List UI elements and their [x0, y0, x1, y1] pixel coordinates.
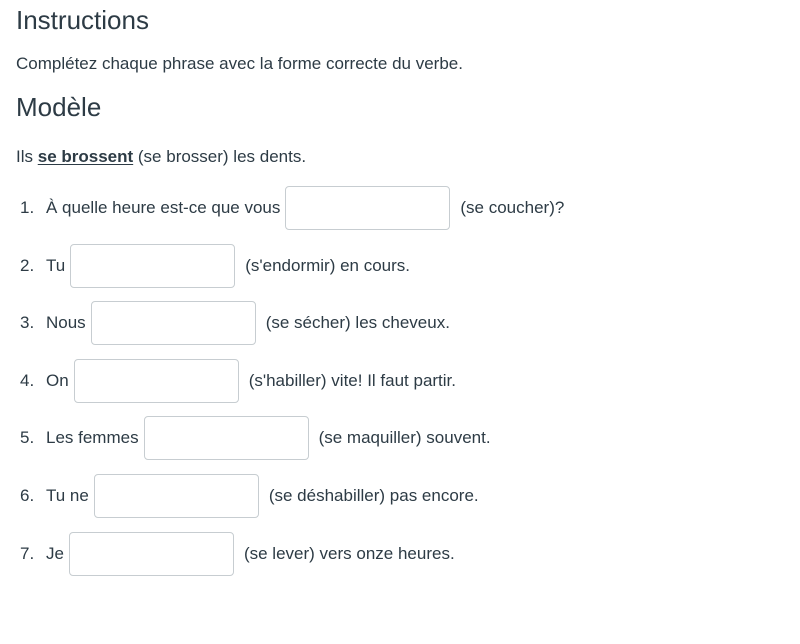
- answer-input-5[interactable]: [143, 416, 309, 460]
- answer-input-1[interactable]: [285, 186, 451, 230]
- model-sentence: Ils se brossent (se brosser) les dents.: [16, 148, 306, 165]
- instructions-heading: Instructions: [16, 5, 149, 35]
- item-number: 3.: [20, 313, 35, 332]
- item-suffix: (se déshabiller) pas encore.: [268, 486, 479, 505]
- answer-input-6[interactable]: [93, 474, 259, 518]
- exercise-item-1: 1. À quelle heure est-ce que vous (se co…: [0, 185, 564, 231]
- item-number: 2.: [20, 256, 35, 275]
- exercise-item-6: 6. Tu ne (se déshabiller) pas encore.: [0, 473, 479, 519]
- answer-input-7[interactable]: [68, 532, 234, 576]
- answer-input-3[interactable]: [90, 301, 256, 345]
- item-prefix: On: [46, 371, 69, 390]
- item-suffix: (se maquiller) souvent.: [318, 428, 491, 447]
- item-prefix: À quelle heure est-ce que vous: [46, 198, 281, 217]
- exercise-item-7: 7. Je (se lever) vers onze heures.: [0, 531, 455, 577]
- model-sentence-start: Ils: [16, 147, 38, 166]
- exercise-item-4: 4. On (s'habiller) vite! Il faut partir.: [0, 358, 456, 404]
- item-suffix: (s'endormir) en cours.: [245, 256, 411, 275]
- model-answer: se brossent: [37, 147, 134, 166]
- item-suffix: (se lever) vers onze heures.: [243, 544, 455, 563]
- exercise-item-3: 3. Nous (se sécher) les cheveux.: [0, 300, 450, 346]
- item-prefix: Nous: [46, 313, 86, 332]
- item-prefix: Les femmes: [46, 428, 139, 447]
- item-prefix: Je: [46, 544, 64, 563]
- item-number: 4.: [20, 371, 35, 390]
- exercise-item-5: 5. Les femmes (se maquiller) souvent.: [0, 415, 491, 461]
- model-heading: Modèle: [16, 92, 102, 122]
- item-prefix: Tu ne: [46, 486, 89, 505]
- item-number: 1.: [20, 198, 35, 217]
- answer-input-2[interactable]: [70, 244, 236, 288]
- item-number: 5.: [20, 428, 35, 447]
- item-suffix: (se sécher) les cheveux.: [265, 313, 450, 332]
- item-prefix: Tu: [46, 256, 66, 275]
- instructions-text: Complétez chaque phrase avec la forme co…: [16, 54, 463, 73]
- item-number: 6.: [20, 486, 35, 505]
- item-suffix: (se coucher)?: [460, 198, 565, 217]
- item-suffix: (s'habiller) vite! Il faut partir.: [248, 371, 457, 390]
- exercise-item-2: 2. Tu (s'endormir) en cours.: [0, 243, 410, 289]
- answer-input-4[interactable]: [73, 359, 239, 403]
- item-number: 7.: [20, 544, 35, 563]
- model-sentence-end: (se brosser) les dents.: [133, 147, 307, 166]
